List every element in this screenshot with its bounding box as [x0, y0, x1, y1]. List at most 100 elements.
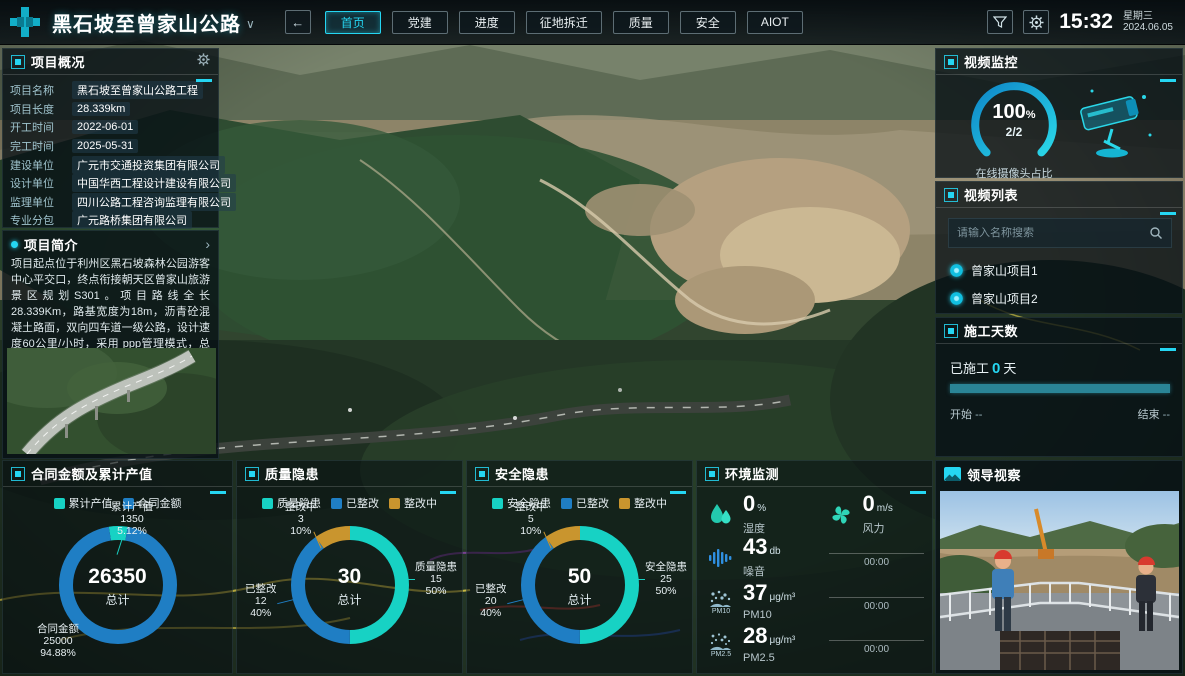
- legend-swatch: [619, 498, 630, 509]
- gauge-ratio: 2/2: [966, 125, 1062, 139]
- field-label: 完工时间: [10, 138, 72, 154]
- panel-accent-dash: [196, 79, 212, 82]
- overview-field-list: 项目名称黑石坡至曾家山公路工程项目长度28.339km开工时间2022-06-0…: [3, 81, 218, 230]
- video-list-item[interactable]: 曾家山项目1: [950, 262, 1038, 279]
- video-list-item[interactable]: 曾家山项目2: [950, 290, 1038, 307]
- tab-progress[interactable]: 进度: [459, 11, 515, 34]
- tab-party[interactable]: 党建: [392, 11, 448, 34]
- safety-title: 安全隐患: [495, 464, 549, 483]
- panel-marker-icon: [11, 55, 25, 69]
- quality-title: 质量隐患: [265, 464, 319, 483]
- panel-environment: 环境监测 0% 湿度: [696, 460, 933, 674]
- tab-quality[interactable]: 质量: [613, 11, 669, 34]
- overview-field-row: 项目名称黑石坡至曾家山公路工程: [3, 81, 218, 100]
- legend-item[interactable]: 已整改: [331, 495, 379, 511]
- top-header: 黑石坡至曾家山公路 ∨ ← 首页 党建 进度 征地拆迁 质量 安全 AIOT: [0, 0, 1185, 45]
- metric-pm25: PM2.5 28μg/m³ PM2.5: [707, 626, 825, 664]
- field-label: 项目名称: [10, 82, 72, 98]
- clock-time: 15:32: [1059, 10, 1113, 34]
- field-label: 建设单位: [10, 157, 72, 173]
- donut-callout: 安全隐患 25 50%: [645, 561, 687, 597]
- legend-item[interactable]: 累计产值: [54, 495, 113, 511]
- overview-field-row: 监理单位四川公路工程咨询监理有限公司: [3, 193, 218, 212]
- overview-field-row: 开工时间2022-06-01: [3, 118, 218, 137]
- panel-marker-icon: [944, 55, 958, 69]
- panel-project-intro: 项目简介 › 项目起点位于利州区黑石坡森林公园游客中心平交口，终点衔接朝天区曾家…: [2, 230, 219, 459]
- legend-item[interactable]: 已整改: [561, 495, 609, 511]
- metric-noise: 43db 噪音: [707, 537, 825, 579]
- panel-accent-dash: [1160, 348, 1176, 351]
- leader-title: 领导视察: [967, 465, 1021, 484]
- tab-aiot[interactable]: AIOT: [747, 11, 803, 34]
- donut-center: 50 总计: [535, 565, 625, 608]
- page-title[interactable]: 黑石坡至曾家山公路: [52, 8, 241, 37]
- construction-progress-bar: [950, 384, 1170, 393]
- panel-marker-icon: [705, 467, 719, 481]
- field-value: 28.339km: [72, 102, 130, 116]
- field-label: 监理单位: [10, 194, 72, 210]
- tab-safety[interactable]: 安全: [680, 11, 736, 34]
- panel-marker-icon: [11, 467, 25, 481]
- tab-home[interactable]: 首页: [325, 11, 381, 34]
- video-search-input[interactable]: [949, 227, 1149, 239]
- leader-photo: [940, 491, 1179, 670]
- bullet-icon: [11, 241, 18, 248]
- chevron-right-icon[interactable]: ›: [205, 236, 210, 252]
- humidity-icon: [707, 502, 735, 528]
- panel-accent-dash: [670, 491, 686, 494]
- filter-button[interactable]: [987, 10, 1013, 34]
- panel-quality-hazards: 质量隐患 质量隐患 已整改 整改中 30 总计 整改中 3 10% 质量隐患 1…: [236, 460, 463, 674]
- panel-accent-dash: [910, 491, 926, 494]
- field-value: 2022-06-01: [72, 120, 138, 134]
- panel-marker-icon: [475, 467, 489, 481]
- panel-marker-icon: [245, 467, 259, 481]
- settings-button[interactable]: [1023, 10, 1049, 34]
- clock-date: 2024.06.05: [1123, 22, 1173, 33]
- pm25-mini-chart: 00:00: [829, 628, 924, 662]
- gear-icon: [197, 53, 210, 66]
- app-logo-icon: [8, 5, 42, 39]
- donut-center: 26350 总计: [73, 565, 163, 608]
- funnel-icon: [993, 15, 1007, 29]
- panel-video-monitor: 视频监控 100% 2/2 在线摄像头占比: [935, 48, 1183, 178]
- panel-marker-icon: [944, 188, 958, 202]
- back-button[interactable]: ←: [285, 10, 311, 34]
- video-monitor-title: 视频监控: [964, 52, 1018, 71]
- field-value: 广元路桥集团有限公司: [72, 211, 192, 229]
- field-value: 广元市交通投资集团有限公司: [72, 156, 225, 174]
- pm10-mini-chart: 00:00: [829, 585, 924, 619]
- tab-land[interactable]: 征地拆迁: [526, 11, 602, 34]
- gauge-percent: 100%: [966, 101, 1062, 124]
- donut-callout: 已整改 12 40%: [245, 583, 277, 619]
- field-label: 项目长度: [10, 101, 72, 117]
- construction-end: 结束 --: [1138, 406, 1170, 422]
- construction-days-value: 0: [989, 360, 1003, 377]
- overview-field-row: 完工时间2025-05-31: [3, 137, 218, 156]
- intro-title: 项目简介: [24, 235, 78, 254]
- contract-title: 合同金额及累计产值: [31, 464, 153, 483]
- legend-item[interactable]: 整改中: [389, 495, 437, 511]
- field-label: 专业分包: [10, 212, 72, 228]
- cctv-camera-icon: [1068, 83, 1160, 161]
- video-list-title: 视频列表: [964, 185, 1018, 204]
- video-search-box: [948, 218, 1172, 248]
- legend-item[interactable]: 整改中: [619, 495, 667, 511]
- donut-center: 30 总计: [305, 565, 395, 608]
- field-value: 黑石坡至曾家山公路工程: [72, 81, 203, 99]
- pm25-icon: PM2.5: [707, 632, 735, 658]
- overview-field-row: 项目长度28.339km: [3, 100, 218, 119]
- search-icon[interactable]: [1149, 226, 1163, 240]
- donut-callout: 已整改 20 40%: [475, 583, 507, 619]
- field-value: 中国华西工程设计建设有限公司: [72, 174, 236, 192]
- picture-icon: [944, 467, 961, 481]
- construction-days-line: 已施工0天: [950, 358, 1016, 377]
- overview-field-row: 建设单位广元市交通投资集团有限公司: [3, 155, 218, 174]
- clock-weekday: 星期三: [1123, 11, 1173, 22]
- title-caret-icon[interactable]: ∨: [246, 17, 255, 31]
- webcam-icon: [950, 292, 963, 305]
- wind-icon: [827, 503, 855, 527]
- metric-humidity: 0% 湿度: [707, 494, 805, 536]
- webcam-icon: [950, 264, 963, 277]
- camera-online-gauge: 100% 2/2 在线摄像头占比: [966, 77, 1062, 173]
- overview-settings-button[interactable]: [197, 53, 210, 71]
